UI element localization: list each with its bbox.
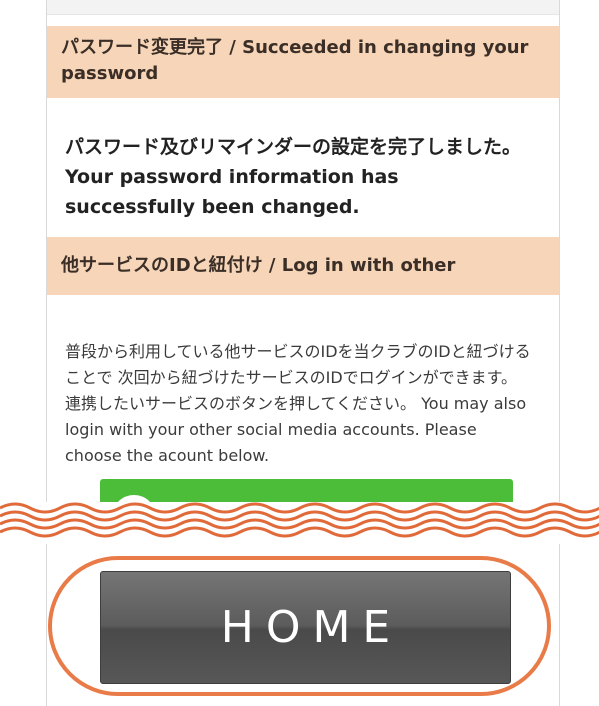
link-description: 普段から利用している他サービスのIDを当クラブのIDと紐づけることで 次回から紐… xyxy=(65,342,531,465)
top-border xyxy=(47,0,559,15)
section-header-link-services: 他サービスのIDと紐付け / Log in with other xyxy=(47,237,559,295)
tear-wave-divider xyxy=(0,502,599,544)
section-title: パスワード変更完了 / Succeeded in changing your p… xyxy=(61,37,529,84)
highlight-ring xyxy=(48,556,551,696)
success-message: パスワード及びリマインダーの設定を完了しました。 Your password i… xyxy=(65,136,522,218)
section-header-password-changed: パスワード変更完了 / Succeeded in changing your p… xyxy=(47,26,559,98)
section-title: 他サービスのIDと紐付け / Log in with other xyxy=(61,255,456,276)
